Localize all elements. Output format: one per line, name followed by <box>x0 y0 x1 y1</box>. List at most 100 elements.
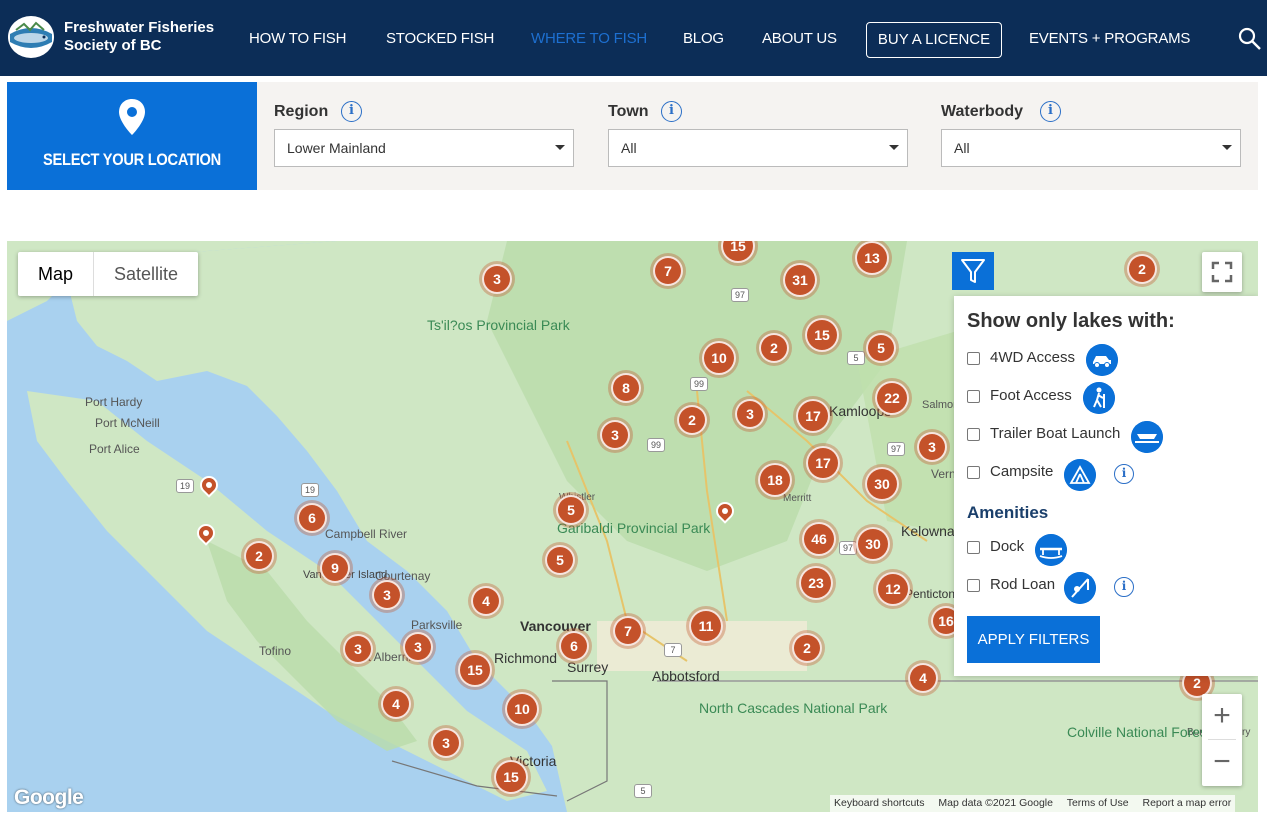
buy-licence-button[interactable]: BUY A LICENCE <box>866 22 1002 58</box>
lake-cluster[interactable]: 3 <box>735 399 765 429</box>
info-icon[interactable]: i <box>661 101 682 122</box>
info-icon[interactable]: i <box>1114 464 1134 484</box>
fullscreen-button[interactable] <box>1202 252 1242 292</box>
lake-cluster[interactable]: 5 <box>545 545 575 575</box>
lake-cluster[interactable]: 9 <box>320 553 350 583</box>
lake-cluster[interactable]: 3 <box>482 264 512 294</box>
lake-cluster[interactable]: 3 <box>343 634 373 664</box>
waterbody-select[interactable]: All <box>941 129 1241 167</box>
checkbox[interactable] <box>967 390 980 403</box>
highway-marker: 5 <box>847 351 865 365</box>
info-icon[interactable]: i <box>341 101 362 122</box>
lake-cluster[interactable]: 6 <box>559 631 589 661</box>
lake-cluster[interactable]: 4 <box>471 586 501 616</box>
park-label: Garibaldi Provincial Park <box>557 520 711 536</box>
nav-how-to-fish[interactable]: HOW TO FISH <box>249 30 346 47</box>
lake-cluster[interactable]: 3 <box>372 580 402 610</box>
boat-trailer-icon <box>1131 421 1163 453</box>
lake-cluster[interactable]: 15 <box>805 318 839 352</box>
nav-blog[interactable]: BLOG <box>683 30 724 47</box>
lake-cluster[interactable]: 12 <box>876 572 910 606</box>
lake-cluster[interactable]: 31 <box>783 263 817 297</box>
lake-cluster[interactable]: 2 <box>792 633 822 663</box>
fish-logo-icon[interactable] <box>6 14 56 60</box>
checkbox[interactable] <box>967 352 980 365</box>
top-navigation: Freshwater Fisheries Society of BC HOW T… <box>0 0 1267 76</box>
place-label: Port McNeill <box>95 416 160 430</box>
filter-label: Rod Loan <box>990 576 1056 593</box>
lake-cluster[interactable]: 30 <box>856 527 890 561</box>
lake-cluster[interactable]: 7 <box>653 256 683 286</box>
chevron-down-icon <box>555 145 565 150</box>
lake-cluster[interactable]: 4 <box>908 663 938 693</box>
lake-cluster[interactable]: 10 <box>702 341 736 375</box>
lake-map[interactable]: Port Hardy Port McNeill Port Alice Campb… <box>7 241 1258 812</box>
lake-cluster[interactable]: 23 <box>799 566 833 600</box>
nav-stocked-fish[interactable]: STOCKED FISH <box>386 30 494 47</box>
search-icon[interactable] <box>1238 27 1262 51</box>
place-label: Campbell River <box>325 527 408 541</box>
lake-cluster[interactable]: 3 <box>917 432 947 462</box>
place-label: Kelowna <box>901 523 955 539</box>
checkbox[interactable] <box>967 541 980 554</box>
terms-link[interactable]: Terms of Use <box>1067 797 1129 809</box>
lake-cluster[interactable]: 2 <box>244 541 274 571</box>
apply-filters-button[interactable]: APPLY FILTERS <box>967 616 1100 663</box>
nav-events-programs[interactable]: EVENTS + PROGRAMS <box>1029 30 1190 47</box>
checkbox[interactable] <box>967 428 980 441</box>
lake-cluster[interactable]: 22 <box>875 381 909 415</box>
zoom-out-button[interactable]: − <box>1202 740 1242 785</box>
chevron-down-icon <box>889 145 899 150</box>
highway-marker: 19 <box>301 483 319 497</box>
lake-cluster[interactable]: 5 <box>556 495 586 525</box>
fullscreen-icon <box>1211 261 1233 283</box>
checkbox[interactable] <box>967 466 980 479</box>
lake-cluster[interactable]: 13 <box>855 241 889 275</box>
lake-cluster[interactable]: 17 <box>796 399 830 433</box>
zoom-in-button[interactable]: + <box>1202 694 1242 739</box>
filter-toggle-button[interactable] <box>952 252 994 290</box>
info-icon[interactable]: i <box>1114 577 1134 597</box>
town-label: Town <box>608 103 649 120</box>
map-footer: Keyboard shortcuts Map data ©2021 Google… <box>830 795 1236 812</box>
lake-cluster[interactable]: 15 <box>458 653 492 687</box>
lake-cluster[interactable]: 15 <box>494 760 528 794</box>
filter-label: Campsite <box>990 463 1054 480</box>
region-select[interactable]: Lower Mainland <box>274 129 574 167</box>
lake-cluster[interactable]: 3 <box>600 420 630 450</box>
nav-about-us[interactable]: ABOUT US <box>762 30 837 47</box>
select-location-button[interactable]: SELECT YOUR LOCATION <box>7 82 257 190</box>
report-error-link[interactable]: Report a map error <box>1142 797 1231 809</box>
lake-cluster[interactable]: 4 <box>381 689 411 719</box>
nav-where-to-fish[interactable]: WHERE TO FISH <box>531 30 647 47</box>
checkbox[interactable] <box>967 579 980 592</box>
lake-cluster[interactable]: 18 <box>758 463 792 497</box>
lake-cluster[interactable]: 2 <box>759 333 789 363</box>
lake-cluster[interactable]: 3 <box>431 728 461 758</box>
lake-cluster[interactable]: 7 <box>613 616 643 646</box>
lake-cluster[interactable]: 6 <box>297 503 327 533</box>
lake-cluster[interactable]: 2 <box>1127 254 1157 284</box>
lake-cluster[interactable]: 3 <box>403 632 433 662</box>
4wd-truck-icon <box>1086 344 1118 376</box>
tent-icon <box>1064 459 1096 491</box>
info-icon[interactable]: i <box>1040 101 1061 122</box>
lake-cluster[interactable]: 5 <box>866 333 896 363</box>
lake-cluster[interactable]: 11 <box>689 609 723 643</box>
lake-cluster[interactable]: 30 <box>865 467 899 501</box>
brand-name: Freshwater Fisheries <box>64 19 215 36</box>
lake-cluster[interactable]: 10 <box>505 692 539 726</box>
lake-cluster[interactable]: 2 <box>677 405 707 435</box>
place-label: Surrey <box>567 659 609 675</box>
town-select[interactable]: All <box>608 129 908 167</box>
filter-funnel-icon <box>961 259 985 283</box>
filter-panel-title: Show only lakes with: <box>967 310 1175 332</box>
satellite-view-button[interactable]: Satellite <box>94 252 198 296</box>
location-filters: Region i Lower Mainland Town i All Water… <box>257 82 1258 190</box>
lake-cluster[interactable]: 8 <box>611 373 641 403</box>
lake-cluster[interactable]: 17 <box>806 446 840 480</box>
chevron-down-icon <box>1222 145 1232 150</box>
keyboard-shortcuts-link[interactable]: Keyboard shortcuts <box>834 797 924 809</box>
map-view-button[interactable]: Map <box>18 252 93 296</box>
lake-cluster[interactable]: 46 <box>802 522 836 556</box>
